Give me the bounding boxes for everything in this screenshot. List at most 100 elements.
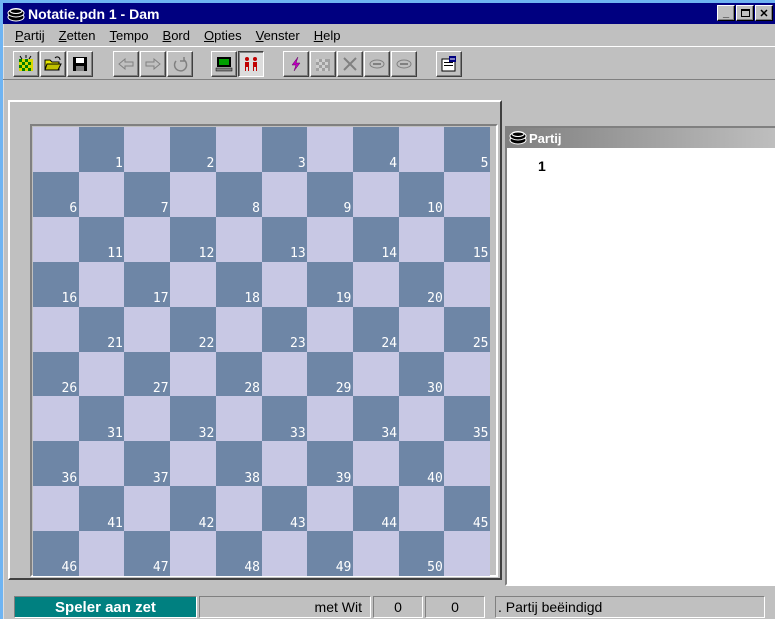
board-square-light[interactable] <box>261 261 308 308</box>
board-square-29[interactable]: 29 <box>307 351 354 397</box>
board-square-3[interactable]: 3 <box>261 127 308 173</box>
board-square-40[interactable]: 40 <box>398 441 445 487</box>
board-square-5[interactable]: 5 <box>444 127 491 173</box>
maximize-button[interactable] <box>736 5 754 21</box>
board-square-light[interactable] <box>215 486 262 532</box>
board-square-light[interactable] <box>352 441 400 487</box>
board-square-16[interactable]: 16 <box>33 261 80 308</box>
properties-button[interactable] <box>436 51 462 77</box>
board-square-light[interactable] <box>78 261 125 308</box>
board-square-14[interactable]: 14 <box>352 216 400 263</box>
board-square-41[interactable]: 41 <box>78 486 125 532</box>
board-square-light[interactable] <box>33 306 80 352</box>
board-square-light[interactable] <box>124 306 171 352</box>
board-square-light[interactable] <box>215 127 262 173</box>
board-square-light[interactable] <box>307 396 354 442</box>
panel-header[interactable]: Partij <box>507 128 775 148</box>
board-square-light[interactable] <box>261 531 308 577</box>
board-square-9[interactable]: 9 <box>307 171 354 218</box>
board-square-34[interactable]: 34 <box>352 396 400 442</box>
menu-item-opties[interactable]: Opties <box>197 28 249 43</box>
board-square-light[interactable] <box>170 351 217 397</box>
board-square-light[interactable] <box>398 486 445 532</box>
board-square-light[interactable] <box>261 351 308 397</box>
board-square-light[interactable] <box>124 396 171 442</box>
board-square-21[interactable]: 21 <box>78 306 125 352</box>
board-square-47[interactable]: 47 <box>124 531 171 577</box>
computer-button[interactable] <box>211 51 237 77</box>
board-square-light[interactable] <box>307 486 354 532</box>
board-square-light[interactable] <box>352 351 400 397</box>
board-square-50[interactable]: 50 <box>398 531 445 577</box>
board-square-light[interactable] <box>398 306 445 352</box>
minus-button[interactable] <box>364 51 390 77</box>
board-square-24[interactable]: 24 <box>352 306 400 352</box>
board-square-light[interactable] <box>352 171 400 218</box>
board-square-49[interactable]: 49 <box>307 531 354 577</box>
move-number[interactable]: 1 <box>538 158 546 174</box>
board-square-light[interactable] <box>398 396 445 442</box>
forward-button[interactable] <box>140 51 166 77</box>
board-square-10[interactable]: 10 <box>398 171 445 218</box>
board-square-light[interactable] <box>307 306 354 352</box>
board-square-light[interactable] <box>352 531 400 577</box>
menu-item-help[interactable]: Help <box>307 28 348 43</box>
menu-item-venster[interactable]: Venster <box>249 28 307 43</box>
board-square-light[interactable] <box>33 216 80 263</box>
title-bar[interactable]: Notatie.pdn 1 - Dam _ ✕ <box>3 3 775 24</box>
board-square-4[interactable]: 4 <box>352 127 400 173</box>
back-button[interactable] <box>113 51 139 77</box>
board-square-28[interactable]: 28 <box>215 351 262 397</box>
board-square-12[interactable]: 12 <box>170 216 217 263</box>
delete-button[interactable] <box>337 51 363 77</box>
two-players-button[interactable] <box>238 51 264 77</box>
board-square-light[interactable] <box>444 441 491 487</box>
board-square-6[interactable]: 6 <box>33 171 80 218</box>
board-square-light[interactable] <box>78 531 125 577</box>
undo-button[interactable] <box>167 51 193 77</box>
board-square-light[interactable] <box>444 261 491 308</box>
board-square-31[interactable]: 31 <box>78 396 125 442</box>
board-square-19[interactable]: 19 <box>307 261 354 308</box>
board-square-39[interactable]: 39 <box>307 441 354 487</box>
board-square-light[interactable] <box>78 441 125 487</box>
board-square-11[interactable]: 11 <box>78 216 125 263</box>
minus-alt-button[interactable] <box>391 51 417 77</box>
board-square-33[interactable]: 33 <box>261 396 308 442</box>
lightning-button[interactable] <box>283 51 309 77</box>
board-square-light[interactable] <box>124 486 171 532</box>
board-square-48[interactable]: 48 <box>215 531 262 577</box>
board-square-light[interactable] <box>444 171 491 218</box>
board-square-25[interactable]: 25 <box>444 306 491 352</box>
board-square-20[interactable]: 20 <box>398 261 445 308</box>
board-square-30[interactable]: 30 <box>398 351 445 397</box>
new-game-button[interactable] <box>13 51 39 77</box>
board-square-42[interactable]: 42 <box>170 486 217 532</box>
board-square-18[interactable]: 18 <box>215 261 262 308</box>
board-square-22[interactable]: 22 <box>170 306 217 352</box>
board-square-light[interactable] <box>78 351 125 397</box>
board-square-7[interactable]: 7 <box>124 171 171 218</box>
board-square-38[interactable]: 38 <box>215 441 262 487</box>
board-square-light[interactable] <box>307 127 354 173</box>
board-square-light[interactable] <box>444 351 491 397</box>
menu-item-zetten[interactable]: Zetten <box>52 28 103 43</box>
board-square-light[interactable] <box>170 531 217 577</box>
dam-piece-icon[interactable] <box>6 5 26 23</box>
board-square-46[interactable]: 46 <box>33 531 80 577</box>
board-square-26[interactable]: 26 <box>33 351 80 397</box>
board-square-8[interactable]: 8 <box>215 171 262 218</box>
board-square-light[interactable] <box>215 216 262 263</box>
menu-item-partij[interactable]: Partij <box>8 28 52 43</box>
board-square-27[interactable]: 27 <box>124 351 171 397</box>
board-square-light[interactable] <box>33 396 80 442</box>
board-square-35[interactable]: 35 <box>444 396 491 442</box>
board-square-light[interactable] <box>398 127 445 173</box>
board-square-light[interactable] <box>444 531 491 577</box>
minimize-button[interactable]: _ <box>717 5 735 21</box>
board-square-light[interactable] <box>124 216 171 263</box>
board-square-light[interactable] <box>33 127 80 173</box>
board-square-light[interactable] <box>215 396 262 442</box>
board-square-light[interactable] <box>170 261 217 308</box>
board-square-37[interactable]: 37 <box>124 441 171 487</box>
